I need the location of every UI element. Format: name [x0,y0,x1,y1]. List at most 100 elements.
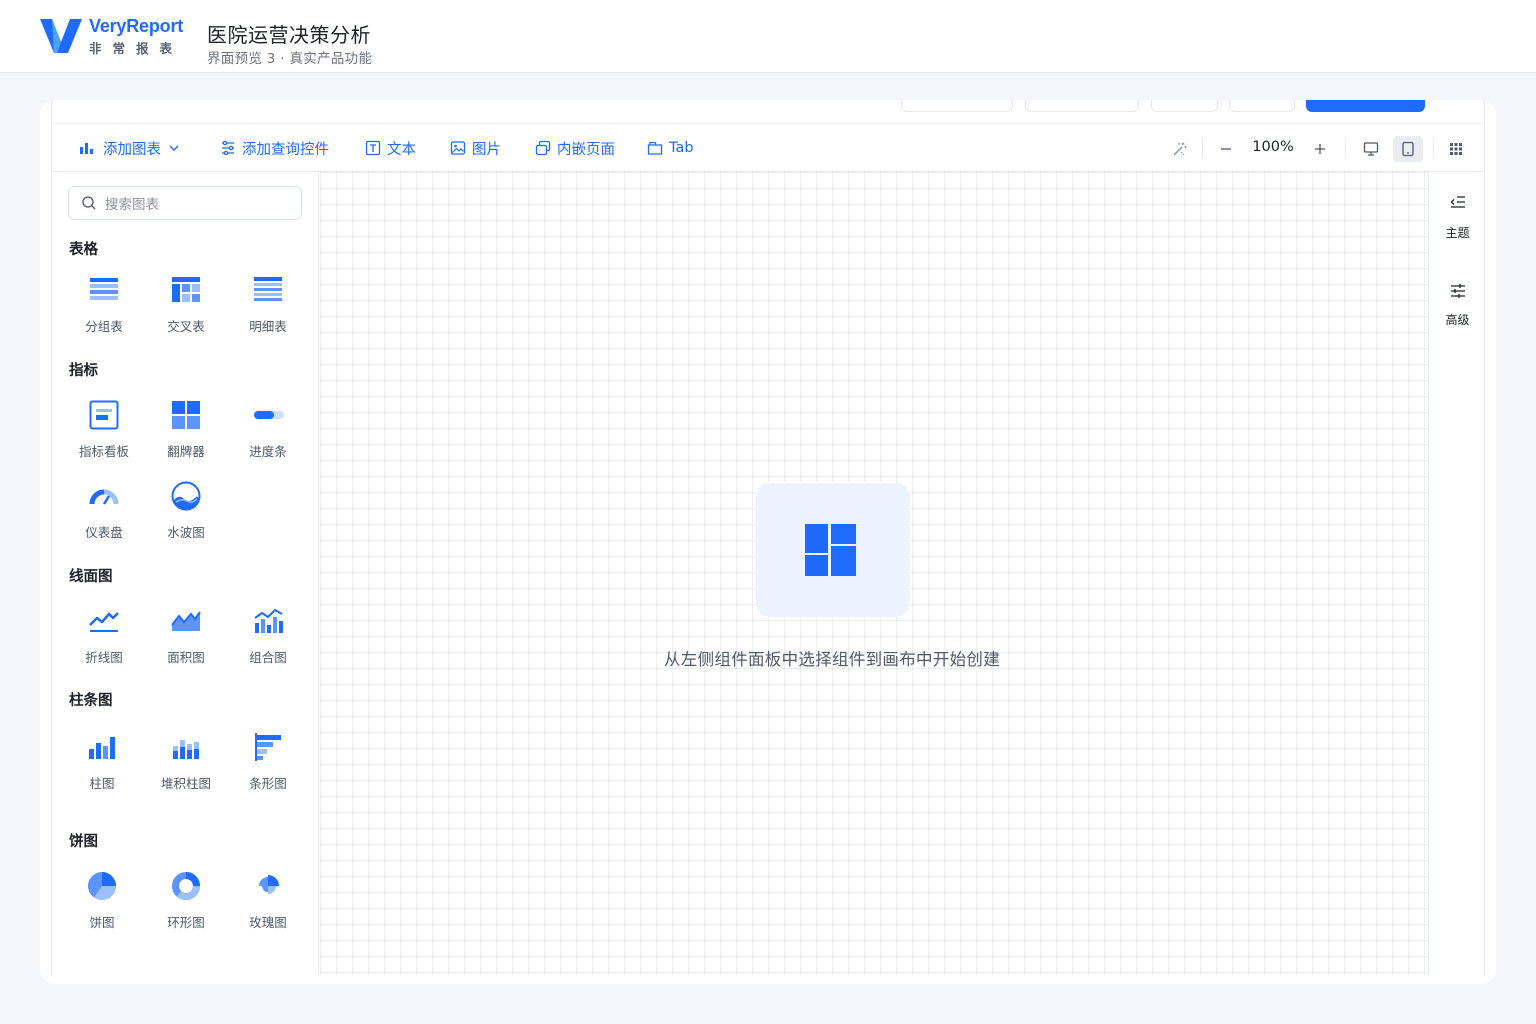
component-label: 堆积柱图 [160,776,211,791]
component-label: 环形图 [167,915,205,930]
component-metric-board[interactable]: 指标看板 [63,397,145,461]
component-combo-chart[interactable]: 组合图 [227,603,309,667]
component-donut-chart[interactable]: 环形图 [145,868,227,932]
zoom-in-button[interactable] [1309,138,1331,160]
sliders-icon [1450,284,1465,298]
embed-page-label: 内嵌页面 [557,141,615,158]
plus-icon [1315,144,1325,154]
component-group-table[interactable]: 分组表 [63,272,145,336]
component-label: 分组表 [85,319,123,334]
toolbar-divider [1345,138,1346,158]
component-label: 翻牌器 [167,444,205,459]
brand-name-cn: 非常报表 [89,41,184,56]
empty-state-illustration [756,483,910,617]
tab-label: Tab [669,140,694,156]
component-flip-counter[interactable]: 翻牌器 [145,397,227,461]
component-bar-chart[interactable]: 条形图 [227,729,309,793]
cross-table-icon [172,277,200,302]
component-label: 交叉表 [167,319,205,334]
brand-logo[interactable]: VeryReport 非常报表 [40,16,190,56]
magic-wand-icon [1173,142,1187,156]
image-label: 图片 [472,141,501,158]
component-detail-table[interactable]: 明细表 [227,272,309,336]
component-stacked-column[interactable]: 堆积柱图 [145,729,227,793]
component-label: 明细表 [249,319,287,334]
component-rose-chart[interactable]: 玫瑰图 [227,868,309,932]
top-action-button[interactable] [1025,100,1139,112]
section-title-bar: 柱条图 [69,693,113,709]
component-gauge[interactable]: 仪表盘 [63,478,145,542]
add-query-control-button[interactable]: 添加查询控件 [220,137,329,159]
top-action-bar [52,100,1484,124]
page-title: 医院运营决策分析 [207,23,371,47]
theme-settings-button[interactable]: 主题 [1429,194,1486,241]
stacked-column-icon [173,740,199,759]
primary-action-button[interactable] [1306,100,1425,112]
component-cross-table[interactable]: 交叉表 [145,272,227,336]
embed-page-icon [535,140,551,156]
image-icon [450,141,466,155]
text-button[interactable]: 文本 [365,137,416,159]
minus-icon [1221,148,1231,150]
advanced-label: 高级 [1445,313,1470,327]
chart-search-input[interactable]: 搜索图表 [68,186,302,220]
tablet-view-button[interactable] [1393,136,1423,162]
metric-board-icon [89,400,119,430]
text-box-icon [365,140,381,156]
component-progress-bar[interactable]: 进度条 [227,397,309,461]
add-query-label: 添加查询控件 [242,141,329,158]
component-panel: 搜索图表 表格 分组表 交叉表 明细表 指标 指标看板 翻牌器 进度条 仪表盘 … [52,172,319,975]
desktop-view-button[interactable] [1358,136,1384,162]
tab-button[interactable]: Tab [647,137,694,159]
detail-table-icon [254,277,282,301]
add-chart-button[interactable]: 添加图表 [79,137,181,159]
tablet-icon [1402,141,1414,157]
embed-page-button[interactable]: 内嵌页面 [535,137,615,159]
advanced-settings-button[interactable]: 高级 [1429,283,1486,328]
grid-menu-button[interactable] [1445,138,1467,160]
component-label: 饼图 [89,915,115,930]
toolbar-divider [1433,138,1434,158]
component-column-chart[interactable]: 柱图 [61,729,143,793]
section-title-table: 表格 [69,242,98,258]
component-pie-chart[interactable]: 饼图 [61,868,143,932]
section-title-line: 线面图 [69,569,113,585]
progress-bar-icon [254,411,284,419]
bar-chart-icon [80,143,93,154]
area-chart-icon [171,611,201,631]
component-line-chart[interactable]: 折线图 [63,603,145,667]
app-header: VeryReport 非常报表 医院运营决策分析 界面预览 3 · 真实产品功能 [0,0,1536,73]
search-placeholder: 搜索图表 [105,197,159,213]
editor-card: 添加图表 添加查询控件 文本 图片 内嵌页面 Tab 100% 搜索图表 表格 … [40,100,1496,984]
editor-toolbar: 添加图表 添加查询控件 文本 图片 内嵌页面 Tab 100% [52,124,1484,172]
grid-dots-icon [1450,143,1462,155]
component-label: 进度条 [249,444,287,459]
section-title-pie: 饼图 [69,834,98,850]
component-label: 面积图 [167,650,205,665]
line-chart-icon [89,612,119,632]
chevron-down-icon [169,145,179,151]
design-canvas[interactable]: 从左侧组件面板中选择组件到画布中开始创建 [320,172,1428,975]
indent-list-icon [1450,196,1465,208]
clear-format-button[interactable] [1169,138,1191,160]
component-label: 柱图 [89,776,115,791]
component-label: 玫瑰图 [249,915,287,930]
column-chart-icon [89,737,115,759]
text-label: 文本 [387,141,416,158]
component-liquid-fill[interactable]: 水波图 [145,478,227,542]
page-subtitle: 界面预览 3 · 真实产品功能 [207,51,373,67]
add-chart-label: 添加图表 [103,141,161,158]
brand-name-en: VeryReport [89,16,184,36]
desktop-monitor-icon [1363,142,1379,156]
top-action-button[interactable] [901,100,1013,112]
top-action-button[interactable] [1151,100,1218,112]
component-label: 折线图 [85,650,123,665]
top-action-button[interactable] [1229,100,1295,112]
component-label: 条形图 [249,776,287,791]
component-area-chart[interactable]: 面积图 [145,603,227,667]
group-table-icon [90,278,118,300]
zoom-out-button[interactable] [1215,138,1237,160]
component-label: 仪表盘 [85,525,123,540]
image-button[interactable]: 图片 [450,137,501,159]
liquid-fill-icon [171,481,201,511]
